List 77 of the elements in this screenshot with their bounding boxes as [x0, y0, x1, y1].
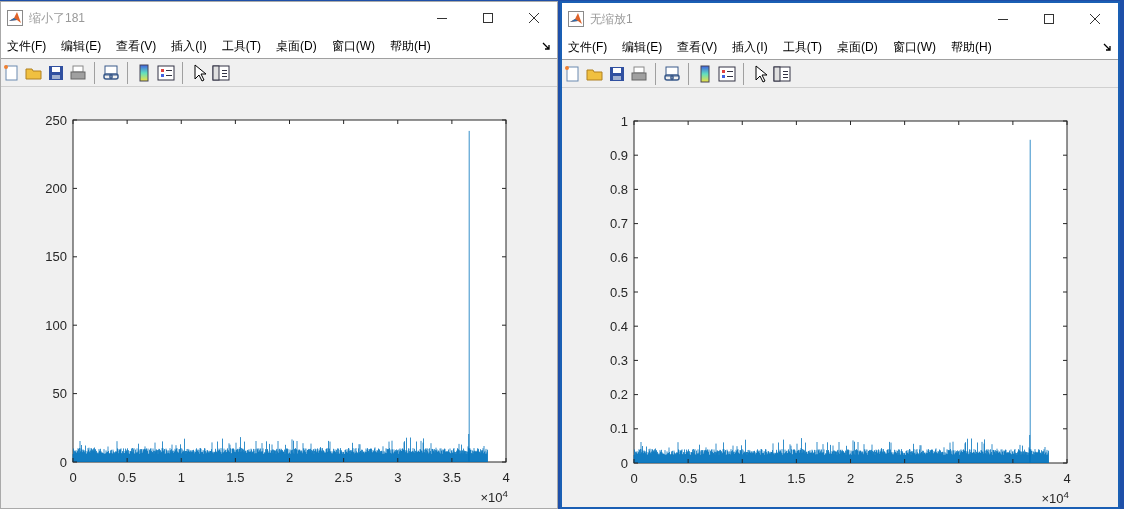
maximize-icon — [1044, 14, 1054, 24]
printer-icon[interactable] — [630, 64, 648, 83]
menu-item[interactable]: 帮助(H) — [390, 37, 431, 55]
new-file-icon[interactable] — [564, 64, 582, 83]
printer-icon[interactable] — [69, 63, 87, 82]
y-tick-label: 1 — [620, 113, 628, 129]
menu-item[interactable]: 窗口(W) — [331, 37, 375, 55]
dock-arrow-icon[interactable] — [1103, 42, 1112, 52]
maximize-icon — [483, 13, 493, 23]
y-tick-label: 0.8 — [609, 181, 628, 197]
link-data-icon[interactable] — [102, 63, 120, 82]
x-tick-label: 1 — [177, 470, 185, 485]
y-tick-label: 0 — [620, 455, 628, 471]
link-data-icon[interactable] — [663, 64, 681, 83]
x-tick-label: 1.5 — [226, 470, 245, 485]
x-tick-label: 1 — [738, 471, 746, 486]
minimize-icon — [437, 17, 447, 19]
y-tick-label: 150 — [45, 249, 67, 265]
dock-arrow-icon[interactable] — [542, 41, 551, 51]
menu-item[interactable]: 文件(F) — [7, 37, 47, 55]
close-icon — [1090, 14, 1100, 24]
axis-exponent-label: ×10$^{4}$ — [1040, 490, 1069, 506]
x-tick-label: 2.5 — [895, 471, 914, 486]
x-tick-label: 2 — [846, 471, 855, 486]
legend-icon[interactable] — [718, 64, 736, 83]
y-tick-label: 0.3 — [609, 352, 628, 368]
x-tick-label: 3 — [955, 471, 963, 486]
x-tick-label: 0 — [630, 471, 638, 486]
save-icon[interactable] — [47, 63, 65, 82]
y-tick-label: 0.6 — [609, 250, 628, 266]
y-tick-label: 100 — [45, 317, 67, 333]
y-tick-label: 0 — [59, 454, 67, 470]
x-tick-label: 1.5 — [787, 471, 806, 486]
y-tick-label: 0.7 — [609, 216, 628, 232]
y-tick-label: 0.5 — [609, 284, 628, 300]
y-tick-label: 50 — [52, 386, 67, 402]
menu-item[interactable]: 窗口(W) — [892, 38, 936, 56]
menu-item[interactable]: 工具(T) — [221, 37, 261, 55]
y-tick-label: 250 — [45, 112, 67, 128]
x-tick-label: 0.5 — [118, 470, 137, 485]
menu-item[interactable]: 编辑(E) — [622, 38, 663, 56]
matlab-logo-icon — [568, 11, 584, 27]
y-tick-label: 0.2 — [609, 387, 628, 403]
legend-icon[interactable] — [157, 63, 175, 82]
menu-item[interactable]: 查看(V) — [116, 37, 157, 55]
y-tick-label: 200 — [45, 180, 67, 196]
menu-item[interactable]: 工具(T) — [782, 38, 822, 56]
save-icon[interactable] — [608, 64, 626, 83]
new-file-icon[interactable] — [3, 63, 21, 82]
x-tick-label: 3.5 — [442, 470, 461, 485]
window-title: 无缩放1 — [590, 11, 633, 28]
x-tick-label: 0.5 — [679, 471, 698, 486]
x-tick-label: 2 — [285, 470, 294, 485]
menu-item[interactable]: 文件(F) — [568, 38, 608, 56]
x-tick-label: 4 — [502, 470, 510, 485]
minimize-icon — [998, 18, 1008, 20]
window-title: 缩小了181 — [29, 10, 86, 27]
y-tick-label: 0.4 — [609, 318, 628, 334]
axis-exponent-label: ×10$^{4}$ — [479, 489, 508, 505]
menu-item[interactable]: 帮助(H) — [951, 38, 992, 56]
matlab-logo-icon — [7, 10, 23, 26]
x-tick-label: 4 — [1063, 471, 1071, 486]
y-tick-label: 0.9 — [609, 147, 628, 163]
menu-item[interactable]: 插入(I) — [732, 38, 768, 56]
menu-item[interactable]: 桌面(D) — [837, 38, 878, 56]
x-tick-label: 0 — [69, 470, 77, 485]
menu-item[interactable]: 插入(I) — [171, 37, 207, 55]
property-panel-icon[interactable] — [212, 63, 230, 82]
menu-item[interactable]: 桌面(D) — [276, 37, 317, 55]
menu-item[interactable]: 编辑(E) — [61, 37, 102, 55]
y-tick-label: 0.1 — [609, 421, 628, 437]
close-icon — [529, 13, 539, 23]
x-tick-label: 2.5 — [334, 470, 353, 485]
property-panel-icon[interactable] — [773, 64, 791, 83]
x-tick-label: 3.5 — [1003, 471, 1022, 486]
x-tick-label: 3 — [394, 470, 402, 485]
menu-item[interactable]: 查看(V) — [677, 38, 718, 56]
